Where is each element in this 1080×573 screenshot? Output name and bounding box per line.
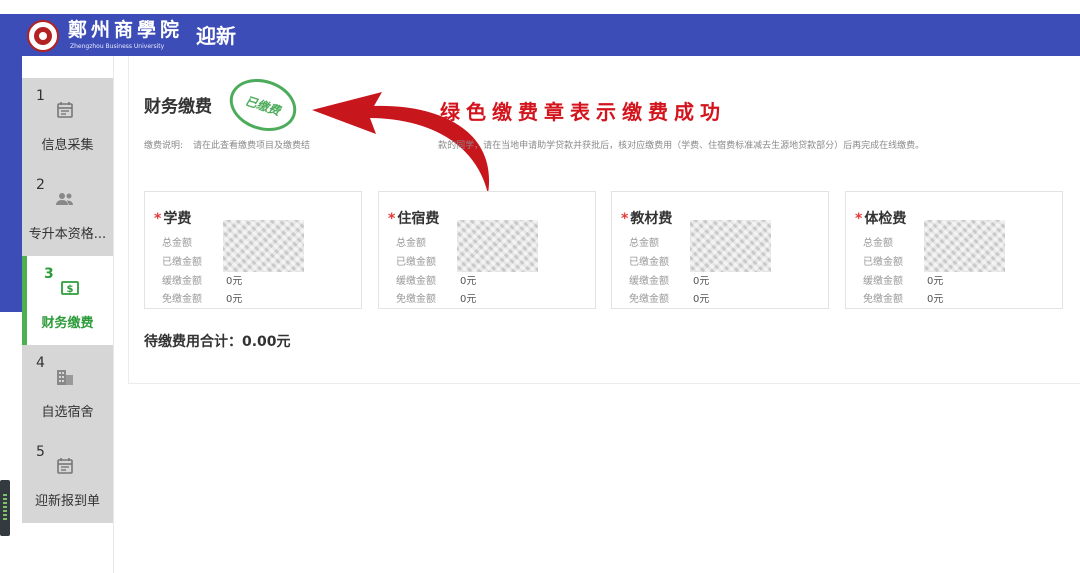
fee-row-label: 总金额 <box>629 238 659 249</box>
calendar-icon <box>57 102 73 118</box>
fee-deferred-value: 0元 <box>927 276 944 287</box>
school-name: 鄭州商學院 <box>68 19 184 41</box>
step-label: 自选宿舍 <box>41 405 94 420</box>
fee-name: 体检费 <box>864 211 907 227</box>
step-label: 信息采集 <box>41 138 94 153</box>
step-number: 5 <box>36 444 45 460</box>
redacted-amount <box>924 220 1005 272</box>
fee-name: 住宿费 <box>397 211 440 227</box>
page-title: 财务缴费 <box>144 97 212 117</box>
fee-deferred-value: 0元 <box>460 276 477 287</box>
fee-card-tuition: * 学费 总金额 已缴金额 缓缴金额 免缴金额 0元 0元 <box>144 191 362 309</box>
step-number: 4 <box>36 355 45 371</box>
sidebar-item-dorm-selection[interactable]: 4 自选宿舍 <box>22 345 113 434</box>
fee-row-label: 免缴金额 <box>863 294 903 305</box>
step-number: 3 <box>44 266 54 282</box>
payment-note: 缴费说明: 请在此查看缴费项目及缴费结 款的同学，请在当地申请助学贷款并获批后，核对… <box>144 138 924 151</box>
fee-exempt-value: 0元 <box>460 294 477 305</box>
sidebar-divider <box>113 56 114 573</box>
fee-row-label: 总金额 <box>162 238 192 249</box>
total-value: 0.00元 <box>242 334 291 350</box>
left-accent-strip <box>0 56 22 312</box>
sidebar-item-finance-payment[interactable]: 3 $ 财务缴费 <box>22 256 113 345</box>
step-label: 专升本资格... <box>28 227 107 242</box>
required-star: * <box>621 211 629 227</box>
redacted-amount <box>223 220 304 272</box>
fee-name: 教材费 <box>630 211 673 227</box>
fee-row-label: 已缴金额 <box>162 257 202 268</box>
fee-row-label: 已缴金额 <box>629 257 669 268</box>
step-sidebar: 1 信息采集 2 专升本资格... 3 $ 财务缴费 4 自选宿舍 5 迎新报到… <box>22 78 113 523</box>
fee-deferred-value: 0元 <box>226 276 243 287</box>
note-text-end: 款的同学，请在当地申请助学贷款并获批后，核对应缴费用（学费、住宿费标准减去生源地… <box>438 141 925 151</box>
svg-text:$: $ <box>67 284 74 295</box>
fee-card-accommodation: * 住宿费 总金额 已缴金额 缓缴金额 免缴金额 0元 0元 <box>378 191 596 309</box>
fee-row-label: 已缴金额 <box>863 257 903 268</box>
fee-exempt-value: 0元 <box>927 294 944 305</box>
fee-row-label: 总金额 <box>396 238 426 249</box>
fee-title: * 体检费 <box>855 208 906 228</box>
school-logo-icon <box>27 20 59 52</box>
page-title-header: 迎新 <box>196 24 236 48</box>
sidebar-item-upgrade-qualification[interactable]: 2 专升本资格... <box>22 167 113 256</box>
fee-row-label: 免缴金额 <box>396 294 436 305</box>
people-icon <box>56 193 73 205</box>
dollar-icon: $ <box>61 281 79 295</box>
required-star: * <box>388 211 396 227</box>
side-drawer-handle[interactable] <box>0 480 10 536</box>
fee-row-label: 缓缴金额 <box>396 276 436 287</box>
fee-row-label: 缓缴金额 <box>162 276 202 287</box>
note-text-start: 请在此查看缴费项目及缴费结 <box>193 141 311 151</box>
fee-row-label: 免缴金额 <box>162 294 202 305</box>
pending-total: 待缴费用合计：0.00元 <box>144 331 291 351</box>
callout-annotation: 绿色缴费章表示缴费成功 <box>440 100 726 124</box>
fee-deferred-value: 0元 <box>693 276 710 287</box>
required-star: * <box>855 211 863 227</box>
fee-card-textbook: * 教材费 总金额 已缴金额 缓缴金额 免缴金额 0元 0元 <box>611 191 829 309</box>
fee-name: 学费 <box>163 211 192 227</box>
step-number: 1 <box>36 88 45 104</box>
fee-exempt-value: 0元 <box>226 294 243 305</box>
fee-exempt-value: 0元 <box>693 294 710 305</box>
building-icon <box>57 370 73 385</box>
total-label: 待缴费用合计： <box>144 334 242 350</box>
sidebar-item-checkin-sheet[interactable]: 5 迎新报到单 <box>22 434 113 523</box>
required-star: * <box>154 211 162 227</box>
fee-title: * 教材费 <box>621 208 672 228</box>
note-label: 缴费说明: <box>144 141 184 151</box>
step-label: 财务缴费 <box>41 316 94 331</box>
step-number: 2 <box>36 177 45 193</box>
fee-row-label: 已缴金额 <box>396 257 436 268</box>
redacted-amount <box>690 220 771 272</box>
redacted-amount <box>457 220 538 272</box>
fee-card-medical-exam: * 体检费 总金额 已缴金额 缓缴金额 免缴金额 0元 0元 <box>845 191 1063 309</box>
fee-title: * 住宿费 <box>388 208 439 228</box>
fee-row-label: 缓缴金额 <box>863 276 903 287</box>
top-header: 鄭州商學院 Zhengzhou Business University 迎新 <box>0 14 1080 56</box>
calendar-icon <box>57 458 73 474</box>
step-label: 迎新报到单 <box>34 494 100 509</box>
fee-row-label: 免缴金额 <box>629 294 669 305</box>
school-name-en: Zhengzhou Business University <box>70 43 165 50</box>
fee-row-label: 总金额 <box>863 238 893 249</box>
sidebar-item-info-collection[interactable]: 1 信息采集 <box>22 78 113 167</box>
fee-row-label: 缓缴金额 <box>629 276 669 287</box>
fee-title: * 学费 <box>154 208 191 228</box>
